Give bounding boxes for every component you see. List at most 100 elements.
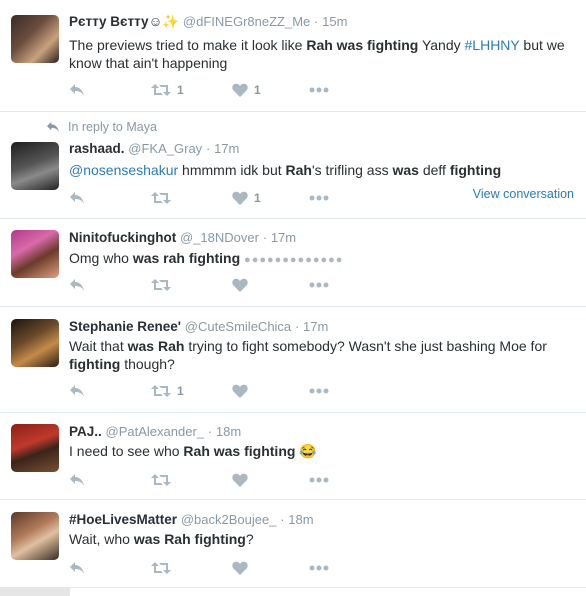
reply-icon [70, 279, 84, 291]
more-button[interactable] [309, 188, 329, 208]
emoji: 😂 [299, 443, 317, 459]
like-button[interactable] [232, 470, 248, 490]
user-name[interactable]: rashaad. [69, 141, 125, 156]
tweet-text: Wait that was Rah trying to fight somebo… [69, 337, 570, 373]
more-icon [309, 87, 329, 93]
more-button[interactable] [309, 80, 329, 100]
heart-icon [232, 278, 248, 292]
retweet-button[interactable]: 1 [151, 80, 184, 100]
retweet-button[interactable] [151, 470, 171, 490]
avatar[interactable] [11, 230, 59, 278]
tweet[interactable]: #HoeLivesMatter @back2Boujee_ · 18m Wait… [0, 500, 586, 588]
tweet[interactable]: Pєтту Вєтту☺✨ @dFINEGr8neZZ_Me · 15m The… [0, 0, 586, 112]
tweet-header: Ninitofuckinghot @_18NDover · 17m [69, 230, 296, 245]
avatar[interactable] [11, 424, 59, 472]
tweet[interactable]: Stephanie Renee' @CuteSmileChica · 17m W… [0, 307, 586, 413]
avatar[interactable] [11, 142, 59, 190]
retweet-button[interactable] [151, 188, 171, 208]
timestamp[interactable]: 18m [288, 512, 313, 527]
like-button[interactable]: 1 [232, 188, 261, 208]
tweet-text: @nosenseshakur hmmmm idk but Rah's trifl… [69, 161, 570, 179]
retweet-icon [151, 84, 171, 96]
tweet[interactable]: PAJ.. @PatAlexander_ · 18m I need to see… [0, 413, 586, 500]
retweet-button[interactable] [151, 275, 171, 295]
reply-button[interactable] [69, 558, 85, 578]
reply-icon [70, 562, 84, 574]
user-name[interactable]: Ninitofuckinghot [69, 230, 176, 245]
avatar[interactable] [11, 319, 59, 367]
retweet-button[interactable] [151, 558, 171, 578]
retweet-button[interactable]: 1 [151, 381, 184, 401]
more-button[interactable] [309, 381, 329, 401]
like-button[interactable] [232, 381, 248, 401]
horizontal-scrollbar[interactable] [0, 588, 70, 596]
highlight-text: was Rah fighting [133, 531, 246, 547]
user-name[interactable]: Stephanie Renee' [69, 319, 181, 334]
reply-icon [70, 474, 84, 486]
tweet[interactable]: In reply to Maya rashaad. @FKA_Gray · 17… [0, 112, 586, 219]
highlight-text: Rah was fighting [306, 37, 419, 53]
text-segment: Yandy [418, 37, 465, 53]
timestamp[interactable]: 17m [214, 141, 239, 156]
highlight-text: was [392, 162, 419, 178]
user-handle[interactable]: @CuteSmileChica [185, 319, 291, 334]
text-segment: Wait, who [69, 531, 134, 547]
timestamp[interactable]: 17m [271, 230, 296, 245]
like-count: 1 [254, 191, 261, 205]
tweet-actions: 1 [69, 188, 369, 208]
hashtag-link[interactable]: #LHHNY [465, 37, 520, 53]
in-reply-to[interactable]: In reply to Maya [46, 120, 157, 134]
user-handle[interactable]: @_18NDover [180, 230, 259, 245]
reply-icon [47, 121, 59, 133]
like-button[interactable]: 1 [232, 80, 261, 100]
reply-button[interactable] [69, 470, 85, 490]
reply-icon [70, 192, 84, 204]
more-icon [309, 477, 329, 483]
highlight-text: was rah fighting [132, 250, 241, 266]
view-conversation-link[interactable]: View conversation [473, 187, 574, 201]
retweet-count: 1 [177, 83, 184, 97]
reply-icon [70, 84, 84, 96]
text-segment: hmmmm idk but [178, 162, 286, 178]
tweet-actions [69, 470, 369, 490]
like-count: 1 [254, 83, 261, 97]
retweet-icon [151, 192, 171, 204]
avatar[interactable] [11, 15, 59, 63]
user-handle[interactable]: @back2Boujee_ [181, 512, 277, 527]
user-handle[interactable]: @dFINEGr8neZZ_Me [183, 14, 310, 29]
user-name[interactable]: #HoeLivesMatter [69, 512, 177, 527]
user-handle[interactable]: @FKA_Gray [128, 141, 202, 156]
retweet-icon [151, 279, 171, 291]
avatar[interactable] [11, 512, 59, 560]
timestamp[interactable]: 17m [303, 319, 328, 334]
like-button[interactable] [232, 275, 248, 295]
more-button[interactable] [309, 558, 329, 578]
highlight-text: fighting [69, 356, 121, 372]
text-segment: deff [418, 162, 450, 178]
separator: · [207, 424, 213, 439]
more-button[interactable] [309, 275, 329, 295]
more-button[interactable] [309, 470, 329, 490]
separator: · [294, 319, 300, 334]
reply-button[interactable] [69, 381, 85, 401]
in-reply-label[interactable]: In reply to Maya [68, 120, 157, 134]
reply-button[interactable] [69, 80, 85, 100]
timestamp[interactable]: 18m [216, 424, 241, 439]
highlight-text: Rah [285, 162, 312, 178]
like-button[interactable] [232, 558, 248, 578]
user-name[interactable]: Pєтту Вєтту [69, 14, 149, 29]
highlight-text: fighting [449, 162, 502, 178]
reply-button[interactable] [69, 188, 85, 208]
user-handle[interactable]: @PatAlexander_ [106, 424, 204, 439]
retweet-icon [151, 474, 171, 486]
tweet-header: PAJ.. @PatAlexander_ · 18m [69, 424, 241, 439]
more-icon [309, 195, 329, 201]
timestamp[interactable]: 15m [322, 14, 347, 29]
mention-link[interactable]: @nosenseshakur [69, 162, 178, 178]
user-name[interactable]: PAJ.. [69, 424, 102, 439]
tweet-text: I need to see who Rah was fighting 😂 [69, 442, 570, 460]
tweet-header: #HoeLivesMatter @back2Boujee_ · 18m [69, 512, 314, 527]
tweet-header: rashaad. @FKA_Gray · 17m [69, 141, 239, 156]
reply-button[interactable] [69, 275, 85, 295]
tweet[interactable]: Ninitofuckinghot @_18NDover · 17m Omg wh… [0, 219, 586, 307]
